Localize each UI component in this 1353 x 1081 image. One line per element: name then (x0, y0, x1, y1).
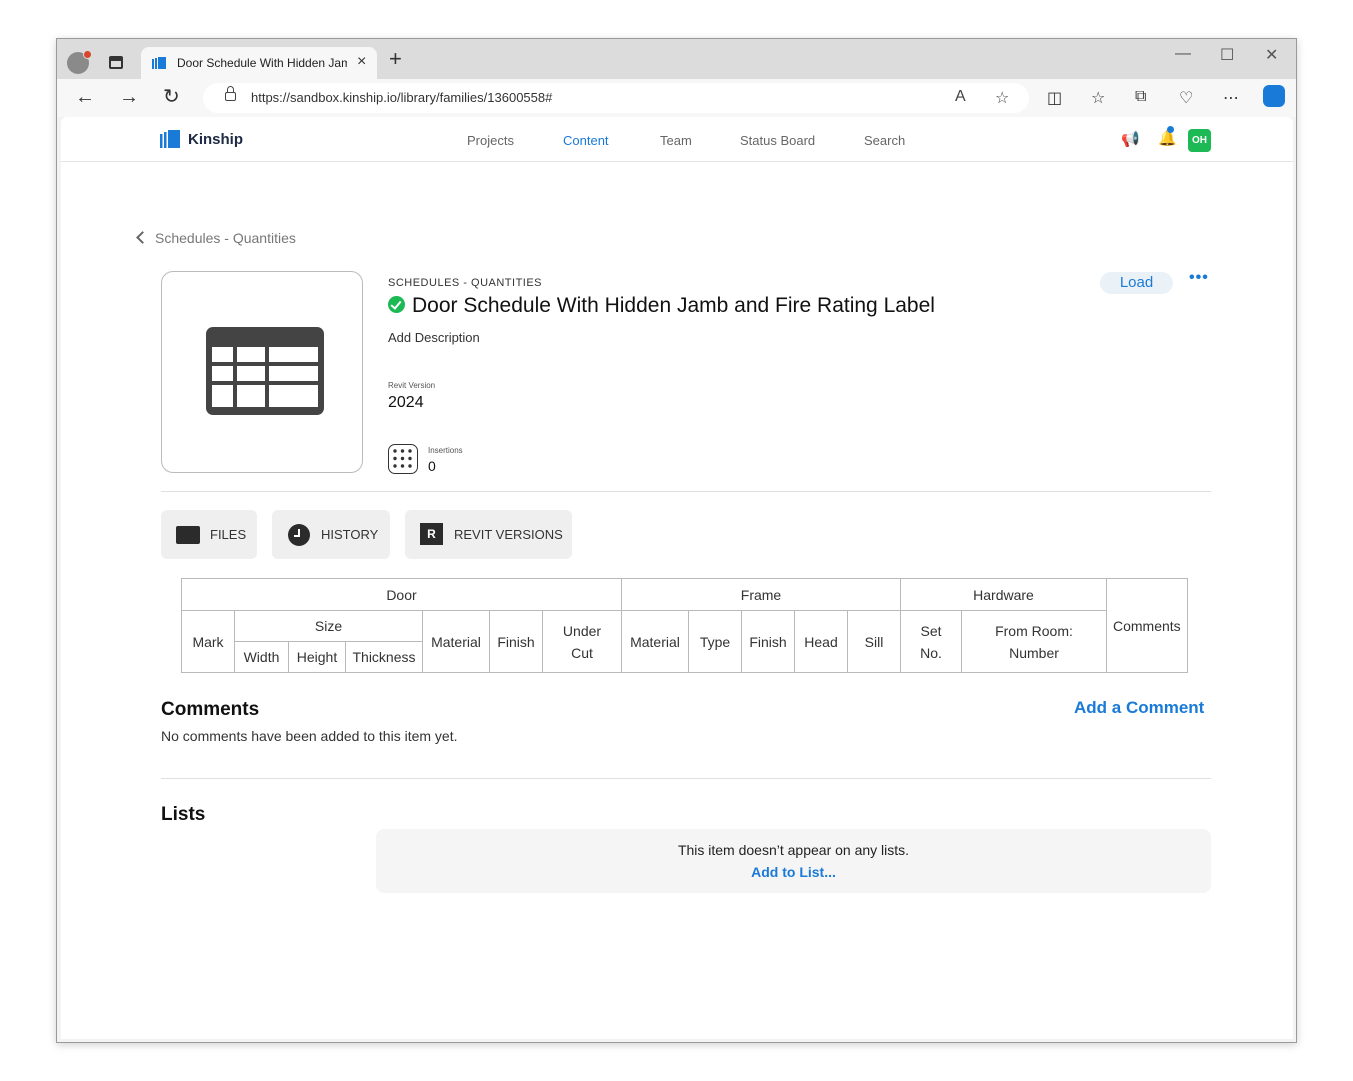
history-tab-button[interactable]: HISTORY (272, 510, 390, 559)
nav-search[interactable]: Search (864, 133, 905, 148)
column-frame-sill: Sill (847, 610, 901, 673)
avatar[interactable]: OH (1188, 129, 1211, 152)
column-frame-finish: Finish (741, 610, 795, 673)
browser-window: Door Schedule With Hidden Jam × + — ☐ ✕ … (56, 38, 1297, 1043)
door-schedule-table: Door Frame Hardware Comments Mark Size M… (181, 578, 1188, 673)
refresh-icon[interactable]: ↻ (163, 85, 180, 109)
item-thumbnail (161, 271, 363, 473)
item-title: Door Schedule With Hidden Jamb and Fire … (412, 294, 935, 317)
insertions-icon (388, 444, 418, 474)
url-text[interactable]: https://sandbox.kinship.io/library/famil… (251, 90, 552, 105)
divider (161, 491, 1211, 492)
history-tab-label: HISTORY (321, 527, 379, 542)
column-from-room: From Room: Number (961, 610, 1107, 673)
column-under-cut: Under Cut (542, 610, 622, 673)
settings-more-icon[interactable]: ⋯ (1223, 88, 1239, 108)
nav-projects[interactable]: Projects (467, 133, 514, 148)
column-height: Height (288, 641, 346, 673)
kinship-favicon-icon (152, 57, 166, 69)
profile-icon[interactable] (67, 50, 92, 74)
insertions-value: 0 (428, 458, 436, 474)
megaphone-icon[interactable]: 📢 (1121, 130, 1140, 148)
more-options-button[interactable]: ••• (1189, 269, 1209, 287)
new-tab-button[interactable]: + (389, 48, 402, 70)
address-bar[interactable]: https://sandbox.kinship.io/library/famil… (203, 83, 1029, 113)
top-nav: Kinship Projects Content Team Status Boa… (61, 117, 1293, 162)
nav-team[interactable]: Team (660, 133, 692, 148)
column-door-material: Material (422, 610, 490, 673)
item-category: SCHEDULES - QUANTITIES (388, 277, 543, 289)
revit-icon: R (420, 523, 443, 545)
column-hardware-set: Set No. (900, 610, 962, 673)
tab-actions-icon[interactable] (109, 56, 123, 69)
nav-content[interactable]: Content (563, 133, 609, 148)
add-description-link[interactable]: Add Description (388, 330, 480, 345)
insertions-label: Insertions (428, 446, 463, 455)
maximize-icon[interactable]: ☐ (1220, 45, 1234, 65)
nav-status-board[interactable]: Status Board (740, 133, 815, 148)
no-comments-text: No comments have been added to this item… (161, 728, 458, 744)
close-window-icon[interactable]: ✕ (1265, 45, 1278, 65)
revit-version-label: Revit Version (388, 381, 436, 390)
lock-icon[interactable] (225, 86, 236, 101)
comments-heading: Comments (161, 699, 260, 720)
column-comments: Comments (1106, 578, 1188, 673)
forward-icon[interactable]: → (119, 85, 139, 109)
column-group-size: Size (234, 610, 423, 642)
back-icon[interactable]: ← (75, 85, 95, 109)
browser-tab[interactable]: Door Schedule With Hidden Jam × (141, 47, 377, 79)
column-group-frame: Frame (621, 578, 901, 611)
column-width: Width (234, 641, 289, 673)
table-icon (206, 327, 324, 415)
column-frame-head: Head (794, 610, 848, 673)
files-tab-label: FILES (210, 527, 247, 542)
divider (161, 778, 1211, 779)
chevron-left-icon (136, 231, 149, 244)
tab-title: Door Schedule With Hidden Jam (177, 56, 347, 70)
read-aloud-icon[interactable]: A (955, 88, 966, 106)
breadcrumb-label: Schedules - Quantities (155, 230, 296, 246)
brand-name[interactable]: Kinship (188, 131, 243, 148)
load-button[interactable]: Load (1100, 272, 1173, 294)
breadcrumb-back-link[interactable]: Schedules - Quantities (136, 230, 296, 246)
favorites-icon[interactable]: ☆ (1091, 88, 1105, 108)
notification-dot (1167, 126, 1174, 133)
kinship-logo-icon[interactable] (160, 130, 180, 148)
revit-versions-tab-label: REVIT VERSIONS (454, 527, 563, 542)
verified-badge-icon (388, 296, 405, 313)
column-group-door: Door (181, 578, 622, 611)
folder-icon (176, 526, 200, 544)
revit-version-value: 2024 (388, 394, 424, 411)
copilot-icon[interactable] (1263, 85, 1285, 107)
column-door-finish: Finish (489, 610, 543, 673)
minimize-icon[interactable]: — (1175, 45, 1191, 63)
tab-bar: Door Schedule With Hidden Jam × + — ☐ ✕ (57, 39, 1296, 79)
column-frame-material: Material (621, 610, 689, 673)
add-to-list-link[interactable]: Add to List... (376, 864, 1211, 880)
split-screen-icon[interactable]: ◫ (1047, 88, 1062, 108)
page: Kinship Projects Content Team Status Boa… (61, 117, 1293, 1039)
favorite-star-icon[interactable]: ☆ (995, 88, 1009, 108)
files-tab-button[interactable]: FILES (161, 510, 257, 559)
collections-icon[interactable]: ⧉ (1135, 88, 1146, 106)
address-row: ← → ↻ https://sandbox.kinship.io/library… (57, 79, 1296, 117)
column-group-hardware: Hardware (900, 578, 1107, 611)
add-comment-link[interactable]: Add a Comment (1074, 698, 1204, 718)
revit-versions-tab-button[interactable]: R REVIT VERSIONS (405, 510, 572, 559)
column-mark: Mark (181, 610, 235, 673)
lists-empty-box: This item doesn’t appear on any lists. A… (376, 829, 1211, 893)
column-thickness: Thickness (345, 641, 423, 673)
lists-heading: Lists (161, 804, 206, 825)
close-tab-icon[interactable]: × (357, 53, 366, 71)
column-frame-type: Type (688, 610, 742, 673)
clock-icon (288, 524, 310, 546)
browser-essentials-icon[interactable]: ♡ (1179, 88, 1193, 108)
lists-empty-text: This item doesn’t appear on any lists. (677, 842, 910, 858)
